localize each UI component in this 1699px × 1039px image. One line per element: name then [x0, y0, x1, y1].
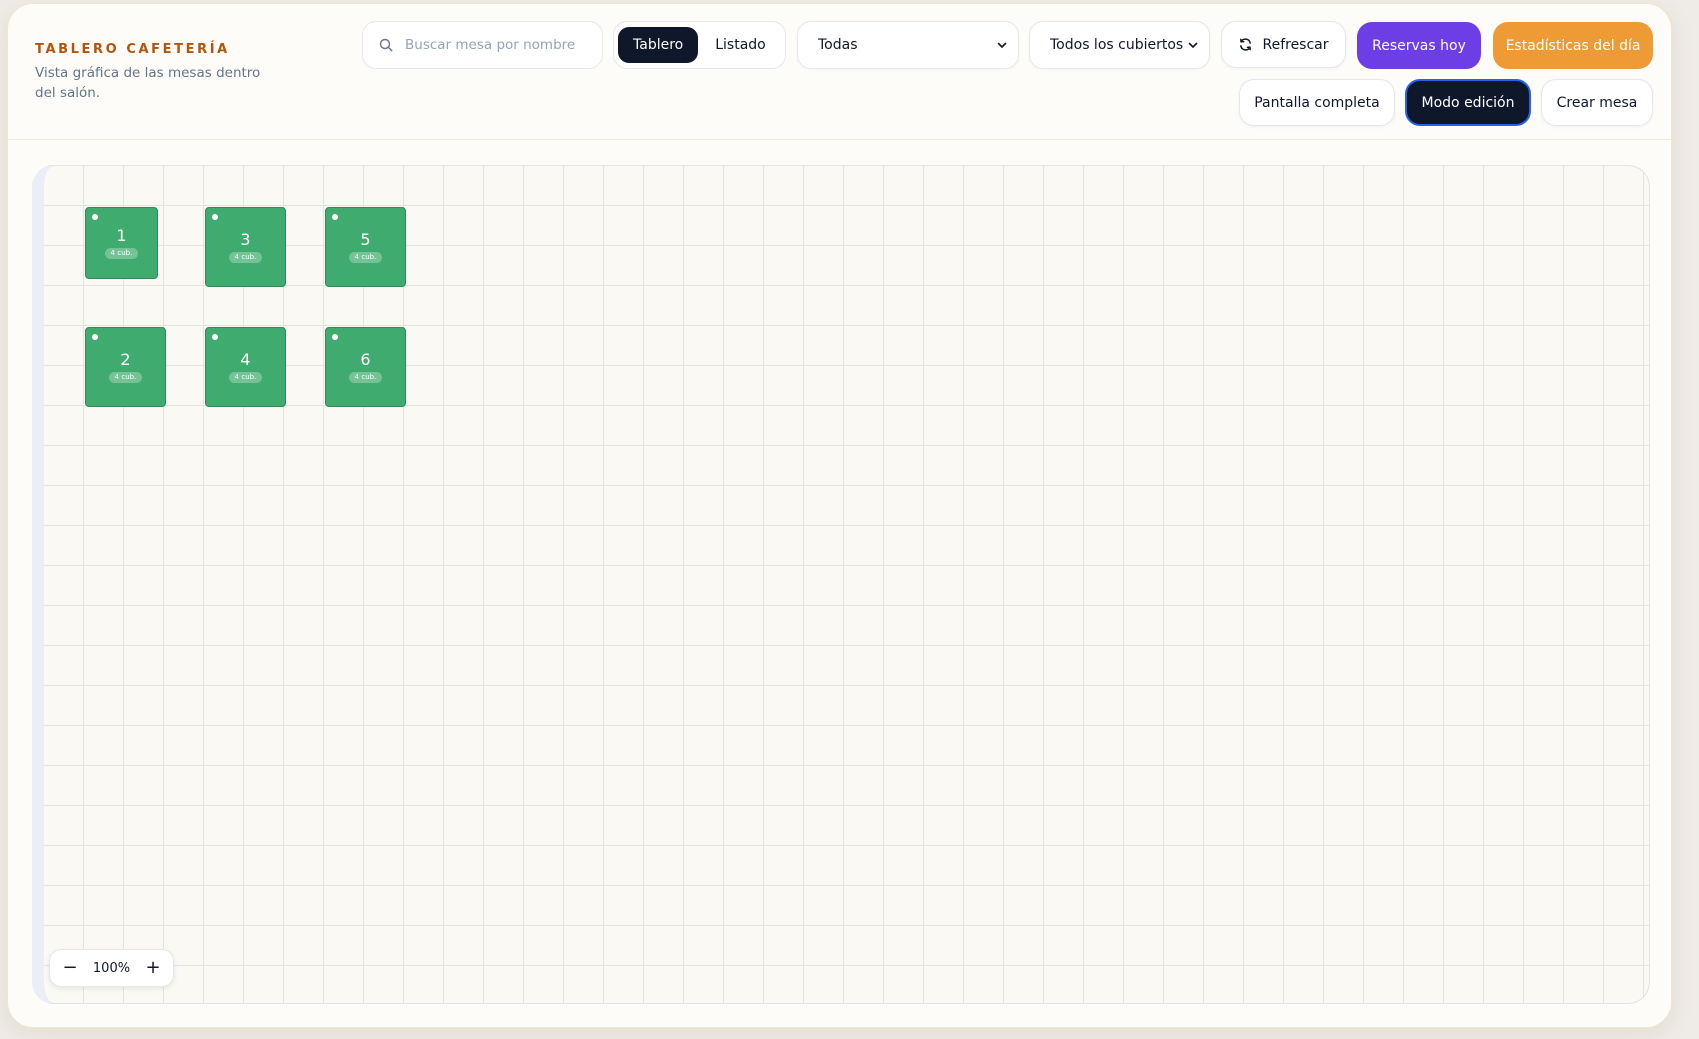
table-number: 4 — [240, 350, 251, 369]
zoom-level: 100% — [92, 960, 131, 976]
daily-stats-button[interactable]: Estadísticas del día — [1493, 22, 1653, 69]
toolbar-header: TABLERO CAFETERÍA Vista gráfica de las m… — [8, 4, 1671, 140]
table-tile-2[interactable]: 2 4 cub. — [85, 327, 166, 407]
zoom-out-button[interactable]: − — [60, 959, 80, 977]
reservations-today-button[interactable]: Reservas hoy — [1357, 22, 1481, 69]
refresh-icon — [1240, 38, 1252, 51]
table-number: 2 — [120, 350, 131, 369]
table-number: 3 — [240, 230, 251, 249]
table-number: 6 — [360, 350, 371, 369]
status-filter-select[interactable]: Todas — [797, 21, 1019, 69]
fullscreen-button[interactable]: Pantalla completa — [1239, 79, 1395, 126]
status-dot — [332, 334, 338, 340]
chevron-down-icon — [997, 42, 1007, 48]
covers-filter-select[interactable]: Todos los cubiertos — [1029, 21, 1210, 69]
table-covers-badge: 4 cub. — [348, 252, 383, 263]
table-tile-1[interactable]: 1 4 cub. — [85, 207, 158, 279]
refresh-label: Refrescar — [1262, 36, 1329, 53]
table-covers-badge: 4 cub. — [228, 372, 263, 383]
status-dot — [92, 334, 98, 340]
table-tile-5[interactable]: 5 4 cub. — [325, 207, 406, 287]
status-filter-value: Todas — [818, 37, 858, 53]
status-dot — [332, 214, 338, 220]
search-icon — [379, 38, 393, 52]
covers-filter-value: Todos los cubiertos — [1050, 37, 1184, 53]
table-tile-3[interactable]: 3 4 cub. — [205, 207, 286, 287]
table-covers-badge: 4 cub. — [228, 252, 263, 263]
chevron-down-icon — [1188, 42, 1198, 48]
brand-block: TABLERO CAFETERÍA Vista gráfica de las m… — [35, 42, 265, 103]
table-number: 1 — [116, 226, 127, 245]
app-window: TABLERO CAFETERÍA Vista gráfica de las m… — [7, 3, 1672, 1028]
table-covers-badge: 4 cub. — [348, 372, 383, 383]
table-covers-badge: 4 cub. — [104, 248, 139, 259]
table-number: 5 — [360, 230, 371, 249]
view-toggle-listado[interactable]: Listado — [700, 27, 781, 63]
status-dot — [212, 214, 218, 220]
table-tile-4[interactable]: 4 4 cub. — [205, 327, 286, 407]
table-covers-badge: 4 cub. — [108, 372, 143, 383]
view-toggle-tablero[interactable]: Tablero — [618, 27, 699, 63]
status-dot — [212, 334, 218, 340]
create-table-button[interactable]: Crear mesa — [1541, 79, 1653, 126]
status-dot — [92, 214, 98, 220]
page-title: TABLERO CAFETERÍA — [35, 42, 230, 57]
search-box[interactable] — [362, 21, 603, 69]
refresh-button[interactable]: Refrescar — [1221, 21, 1346, 68]
view-toggle: Tablero Listado — [613, 21, 786, 69]
zoom-control: − 100% + — [49, 949, 174, 987]
floor-plan-canvas[interactable]: 1 4 cub. 3 4 cub. 5 4 cub. 2 4 cub. 4 4 … — [32, 165, 1650, 1004]
edit-mode-button[interactable]: Modo edición — [1405, 79, 1531, 126]
zoom-in-button[interactable]: + — [143, 959, 163, 977]
table-tile-6[interactable]: 6 4 cub. — [325, 327, 406, 407]
search-input[interactable] — [405, 37, 595, 53]
page-subtitle: Vista gráfica de las mesas dentro del sa… — [35, 65, 261, 101]
